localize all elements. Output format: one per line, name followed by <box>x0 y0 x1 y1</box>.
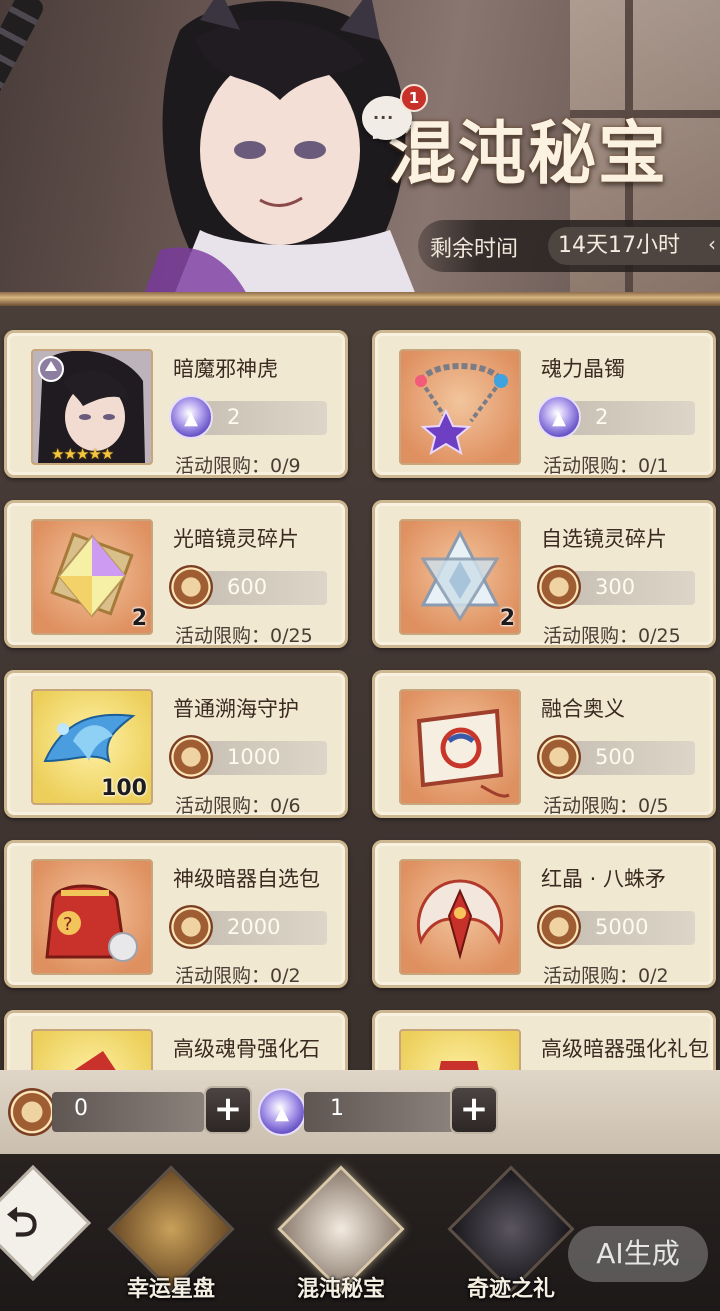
item-thumbnail: ? <box>31 859 153 975</box>
item-quantity: 100 <box>101 776 147 801</box>
bottom-nav: ⮌ 幸运星盘 混沌秘宝 奇迹之礼 AI生成 <box>0 1154 720 1311</box>
item-name: 普通溯海守护 <box>173 697 299 721</box>
bronze-coin-icon <box>537 565 581 609</box>
add-bronze-button[interactable]: + <box>206 1088 250 1132</box>
bronze-coin-icon <box>537 735 581 779</box>
purchase-limit: 活动限购：0/2 <box>175 965 301 987</box>
item-name: 高级魂骨强化石 <box>173 1037 320 1061</box>
bracelet-icon <box>415 363 508 456</box>
item-thumbnail <box>399 859 521 975</box>
item-thumbnail: 2 <box>399 519 521 635</box>
purchase-limit: 活动限购：0/25 <box>543 625 681 647</box>
item-thumbnail: 2 <box>31 519 153 635</box>
item-price: 2 <box>595 405 609 429</box>
purple-coin-icon: ▲ <box>258 1088 306 1136</box>
item-name: 自选镜灵碎片 <box>541 527 667 551</box>
tab-label: 混沌秘宝 <box>296 1276 385 1302</box>
soul-bone-stone-icon <box>74 1051 116 1070</box>
purchase-limit: 活动限购：0/6 <box>175 795 301 817</box>
bronze-currency-slot: 0 <box>52 1092 204 1132</box>
item-price: 5000 <box>595 915 649 939</box>
item-thumbnail <box>399 349 521 465</box>
shop-item-card[interactable]: ★★★★★ 暗魔邪神虎 2 ▲ 活动限购：0/9 <box>4 330 348 478</box>
tab-lucky-star-wheel[interactable]: 幸运星盘 <box>96 1165 246 1307</box>
item-quantity: 2 <box>499 606 515 631</box>
bronze-coin-icon <box>8 1088 56 1136</box>
purple-currency-slot: 1 <box>304 1092 454 1132</box>
banner-divider <box>0 292 720 306</box>
timer-label: 剩余时间 <box>430 237 519 262</box>
item-price: 2 <box>227 405 241 429</box>
purple-amount: 1 <box>330 1096 344 1121</box>
ai-watermark: AI生成 <box>568 1226 708 1282</box>
item-name: 高级暗器强化礼包 <box>541 1037 709 1061</box>
shop-item-card[interactable]: 高级魂骨强化石 <box>4 1010 348 1070</box>
purchase-limit: 活动限购：0/9 <box>175 455 301 477</box>
add-purple-button[interactable]: + <box>452 1088 496 1132</box>
currency-bar: 0 + ▲ 1 + <box>0 1070 720 1154</box>
item-thumbnail: 100 <box>31 689 153 805</box>
event-timer: 剩余时间 14天17小时 ‹ <box>418 220 720 272</box>
item-price: 300 <box>595 575 636 599</box>
purchase-limit: 活动限购：0/1 <box>543 455 669 477</box>
bronze-amount: 0 <box>74 1096 88 1121</box>
item-thumbnail <box>31 1029 153 1070</box>
chevron-left-icon[interactable]: ‹ <box>708 232 716 256</box>
item-name: 红晶 · 八蛛矛 <box>541 867 667 891</box>
item-price: 2000 <box>227 915 281 939</box>
event-banner: 混沌秘宝 ··· 1 剩余时间 14天17小时 ‹ <box>0 0 720 305</box>
hidden-weapon-gift-icon <box>439 1061 479 1070</box>
back-arrow-icon: ⮌ <box>6 1200 39 1246</box>
shop-item-card[interactable]: 魂力晶镯 2 ▲ 活动限购：0/1 <box>372 330 716 478</box>
notification-badge: 1 <box>400 84 428 112</box>
tab-chaos-treasure[interactable]: 混沌秘宝 <box>266 1165 416 1307</box>
item-name: 融合奥义 <box>541 697 625 721</box>
item-thumbnail <box>399 1029 521 1070</box>
shop-grid[interactable]: ★★★★★ 暗魔邪神虎 2 ▲ 活动限购：0/9 魂力晶镯 2 ▲ 活动限购：0… <box>0 306 720 1070</box>
item-name: 光暗镜灵碎片 <box>173 527 299 551</box>
shop-item-card[interactable]: 高级暗器强化礼包 <box>372 1010 716 1070</box>
shop-item-card[interactable]: 100 普通溯海守护 1000 活动限购：0/6 <box>4 670 348 818</box>
item-name: 神级暗器自选包 <box>173 867 320 891</box>
shop-item-card[interactable]: 红晶 · 八蛛矛 5000 活动限购：0/2 <box>372 840 716 988</box>
hidden-weapon-pack-icon: ? <box>45 884 138 962</box>
item-price: 1000 <box>227 745 281 769</box>
timer-value: 14天17小时 <box>548 227 720 265</box>
item-thumbnail <box>399 689 521 805</box>
tab-miracle-gift[interactable]: 奇迹之礼 <box>436 1165 586 1307</box>
svg-text:?: ? <box>63 914 73 935</box>
bronze-coin-icon <box>169 565 213 609</box>
item-quantity: 2 <box>131 606 147 631</box>
shop-item-card[interactable]: ? 神级暗器自选包 2000 活动限购：0/2 <box>4 840 348 988</box>
item-price: 600 <box>227 575 268 599</box>
purchase-limit: 活动限购：0/5 <box>543 795 669 817</box>
event-title-group: 混沌秘宝 ··· 1 <box>360 70 720 200</box>
shop-item-card[interactable]: 2 光暗镜灵碎片 600 活动限购：0/25 <box>4 500 348 648</box>
scroll-icon <box>416 708 510 798</box>
back-button[interactable]: ⮌ <box>0 1165 91 1284</box>
tab-label: 奇迹之礼 <box>466 1276 555 1302</box>
purchase-limit: 活动限购：0/2 <box>543 965 669 987</box>
rarity-stars: ★★★★★ <box>51 445 114 463</box>
bronze-coin-icon <box>169 905 213 949</box>
purchase-limit: 活动限购：0/25 <box>175 625 313 647</box>
purple-coin-icon: ▲ <box>537 395 581 439</box>
item-name: 暗魔邪神虎 <box>173 357 278 381</box>
item-price: 500 <box>595 745 636 769</box>
tab-label: 幸运星盘 <box>126 1276 215 1302</box>
purple-coin-icon: ▲ <box>169 395 213 439</box>
item-name: 魂力晶镯 <box>541 357 625 381</box>
shop-item-card[interactable]: 融合奥义 500 活动限购：0/5 <box>372 670 716 818</box>
bronze-coin-icon <box>537 905 581 949</box>
spider-spear-icon <box>416 879 504 960</box>
chain-decoration <box>0 0 47 296</box>
event-title: 混沌秘宝 <box>388 114 669 194</box>
bronze-coin-icon <box>169 735 213 779</box>
item-thumbnail: ★★★★★ <box>31 349 153 465</box>
shop-item-card[interactable]: 2 自选镜灵碎片 300 活动限购：0/25 <box>372 500 716 648</box>
